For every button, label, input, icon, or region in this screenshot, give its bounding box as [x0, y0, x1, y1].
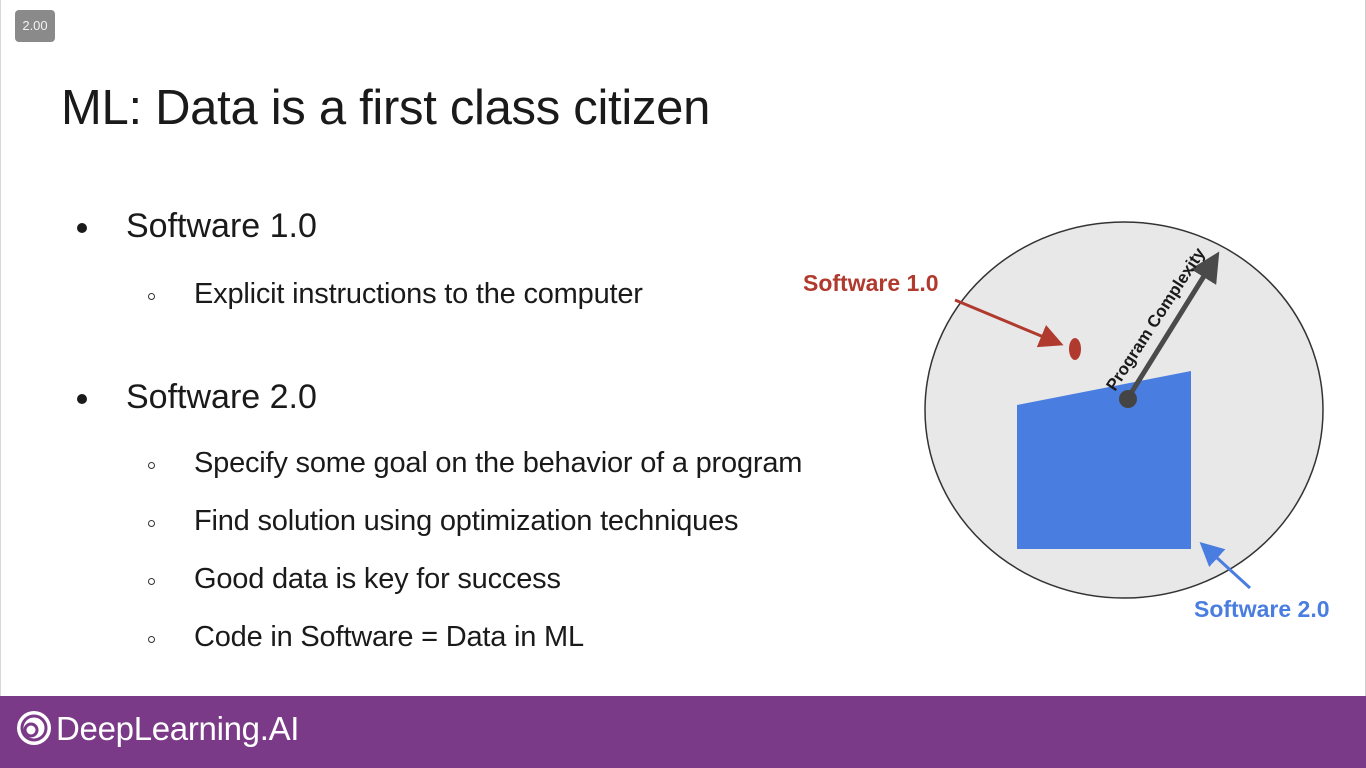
deeplearning-logo-icon [17, 711, 51, 745]
brand-name: DeepLearning.AI [56, 710, 300, 747]
software-1-point [1069, 338, 1081, 360]
program-space-diagram: Program Complexity Software 1.0 Software… [803, 221, 1330, 622]
software-1-label: Software 1.0 [803, 270, 939, 296]
axis-origin-dot [1119, 390, 1137, 408]
software-2-label: Software 2.0 [1194, 596, 1330, 622]
footer-bar: DeepLearning.AI [0, 696, 1366, 768]
slide-stage: 2.00 ML: Data is a first class citizen S… [0, 0, 1366, 768]
